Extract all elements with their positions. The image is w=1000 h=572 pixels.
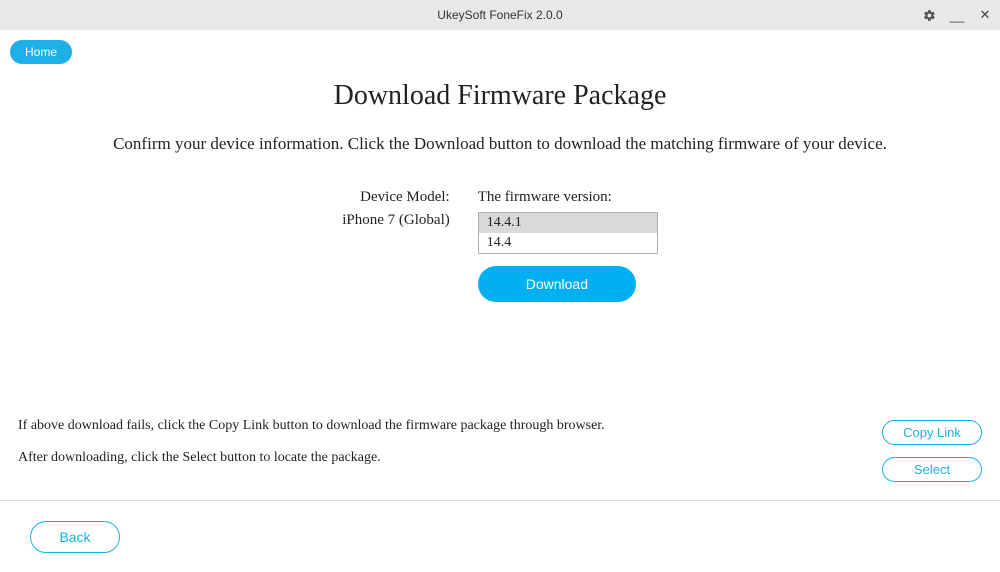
titlebar: UkeySoft FoneFix 2.0.0 __ ✕ — [0, 0, 1000, 30]
close-icon[interactable]: ✕ — [978, 8, 992, 22]
nav-area: Home — [0, 30, 1000, 70]
download-button[interactable]: Download — [478, 266, 636, 302]
settings-icon[interactable] — [922, 8, 936, 22]
device-model-label: Device Model: — [342, 189, 449, 206]
copy-link-button[interactable]: Copy Link — [882, 420, 982, 445]
main-content: Download Firmware Package Confirm your d… — [0, 80, 1000, 302]
titlebar-title: UkeySoft FoneFix 2.0.0 — [437, 8, 562, 22]
firmware-list[interactable]: 14.4.1 14.4 — [478, 212, 658, 254]
select-button[interactable]: Select — [882, 457, 982, 482]
minimize-icon[interactable]: __ — [950, 8, 964, 22]
home-button[interactable]: Home — [10, 40, 72, 64]
hint-line-2: After downloading, click the Select butt… — [18, 450, 768, 466]
page-subtitle: Confirm your device information. Click t… — [20, 134, 980, 154]
side-buttons: Copy Link Select — [882, 420, 982, 482]
titlebar-controls: __ ✕ — [922, 0, 992, 30]
hints-text: If above download fails, click the Copy … — [18, 418, 768, 482]
back-button[interactable]: Back — [30, 521, 120, 553]
footer: Back — [0, 500, 1000, 572]
firmware-column: The firmware version: 14.4.1 14.4 Downlo… — [478, 189, 658, 302]
hint-line-1: If above download fails, click the Copy … — [18, 418, 768, 434]
device-model-column: Device Model: iPhone 7 (Global) — [342, 189, 449, 302]
firmware-option[interactable]: 14.4 — [479, 233, 657, 253]
firmware-version-label: The firmware version: — [478, 189, 658, 206]
page-title: Download Firmware Package — [20, 80, 980, 112]
device-model-value: iPhone 7 (Global) — [342, 212, 449, 229]
form-area: Device Model: iPhone 7 (Global) The firm… — [20, 189, 980, 302]
firmware-option[interactable]: 14.4.1 — [479, 213, 657, 233]
